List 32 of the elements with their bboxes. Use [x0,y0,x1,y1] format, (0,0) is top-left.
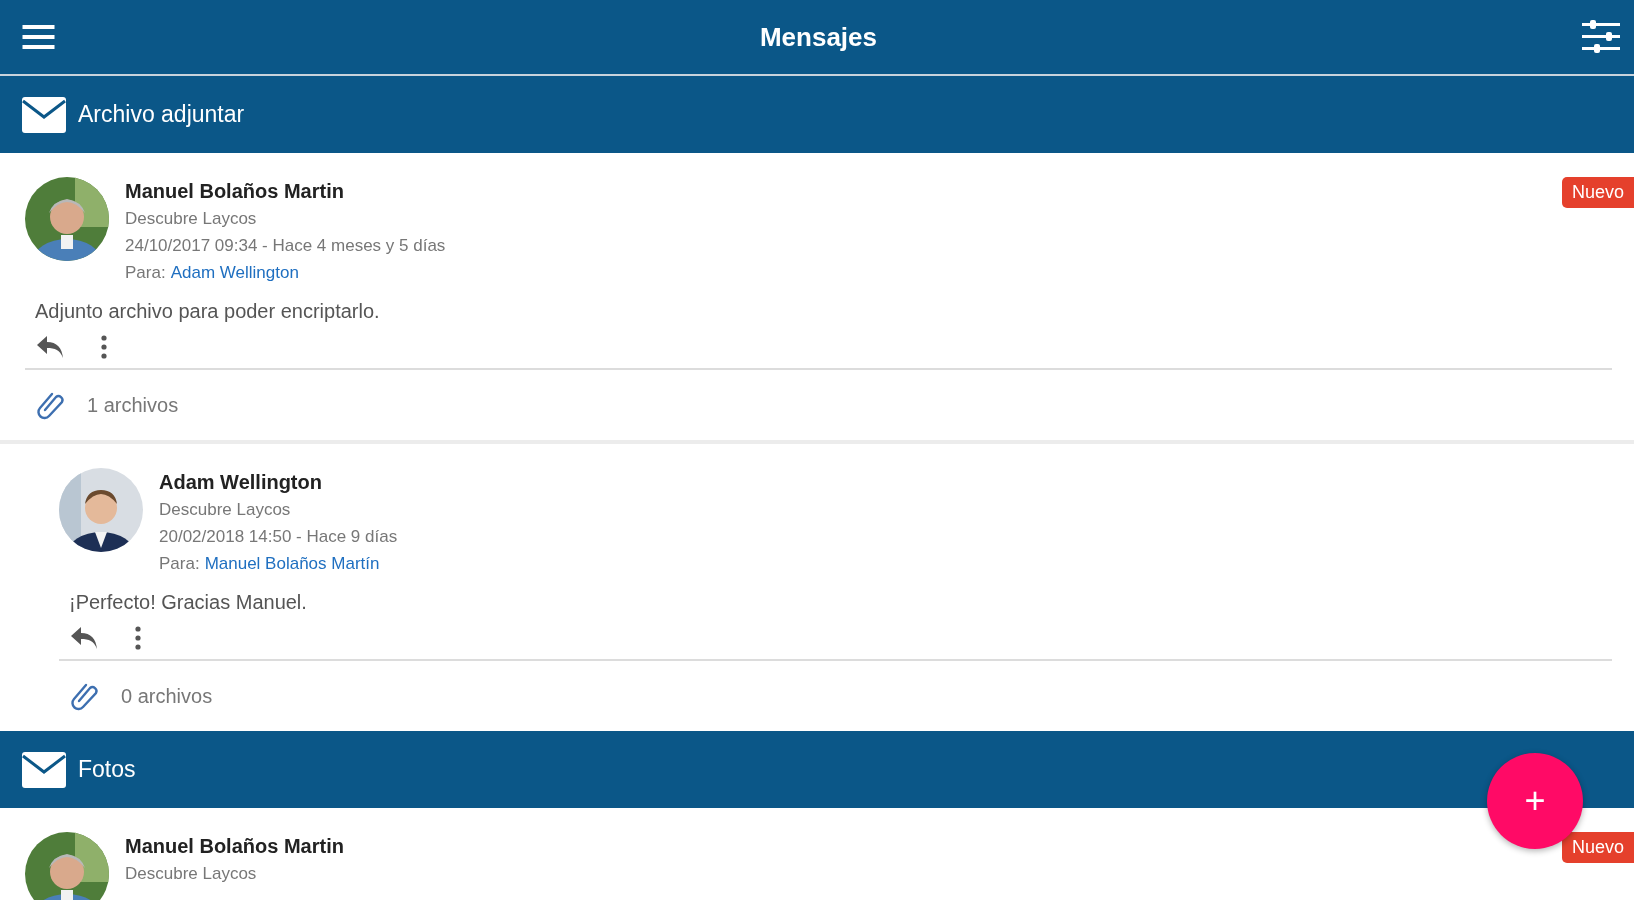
message-subject: Descubre Laycos [125,208,258,230]
recipient-link[interactable]: Manuel Bolaños Martín [204,550,380,577]
sender-name: Adam Wellington [159,470,323,495]
message-subject: Descubre Laycos [125,863,258,885]
message-subject: Descubre Laycos [159,499,292,521]
thread-header[interactable]: Archivo adjuntar [0,76,1634,153]
thread-subject: Fotos [78,756,136,783]
more-icon[interactable] [135,625,141,651]
recipient-link[interactable]: Adam Wellington [170,259,299,286]
reply-icon[interactable] [69,625,99,651]
paperclip-icon [37,390,67,420]
message-date: 24/10/2017 09:34 - Hace 4 meses y 5 días [125,235,447,257]
thread-subject: Archivo adjuntar [78,101,245,128]
paperclip-icon [71,681,101,711]
menu-icon[interactable] [22,25,55,49]
more-icon[interactable] [101,334,107,360]
message-body: ¡Perfecto! Gracias Manuel. [69,590,308,615]
new-badge: Nuevo [1561,832,1634,863]
envelope-icon [22,751,66,788]
sender-name: Manuel Bolaños Martin [125,834,345,859]
envelope-icon [22,96,66,133]
recipient-label: Para: [125,262,166,284]
settings-icon[interactable] [1582,19,1620,55]
sender-name: Manuel Bolaños Martin [125,179,345,204]
attachment-count[interactable]: 1 archivos [87,393,179,417]
new-badge: Nuevo [1561,177,1634,208]
message-date: 20/02/2018 14:50 - Hace 9 días [159,526,399,548]
reply-icon[interactable] [35,334,65,360]
screen-title: Mensajes [759,21,878,53]
recipient-label: Para: [159,553,200,575]
message-body: Adjunto archivo para poder encriptarlo. [35,299,381,324]
attachment-count[interactable]: 0 archivos [121,684,213,708]
